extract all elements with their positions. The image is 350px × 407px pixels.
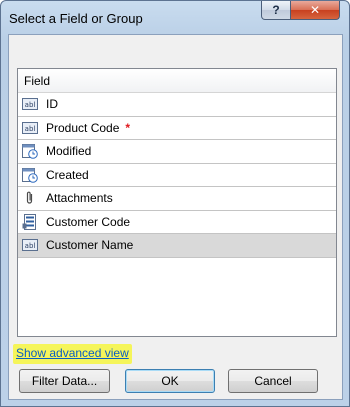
help-button[interactable]: ? bbox=[261, 1, 291, 20]
filter-data-label: Filter Data... bbox=[31, 374, 98, 388]
list-item-label: Created bbox=[46, 167, 89, 182]
title-bar[interactable]: Select a Field or Group ? ✕ bbox=[1, 1, 349, 35]
list-item[interactable]: Modified bbox=[18, 140, 336, 164]
list-item[interactable]: Created bbox=[18, 164, 336, 187]
close-button[interactable]: ✕ bbox=[290, 1, 340, 20]
text-field-icon: abl bbox=[22, 239, 38, 252]
column-header-field[interactable]: Field bbox=[18, 69, 336, 93]
text-field-icon: abl bbox=[22, 98, 38, 111]
svg-text:abl: abl bbox=[25, 125, 36, 133]
datetime-field-icon bbox=[22, 167, 38, 183]
cancel-button[interactable]: Cancel bbox=[228, 369, 318, 393]
ok-label: OK bbox=[161, 374, 179, 388]
list-item-label: Product Code bbox=[46, 120, 120, 135]
filter-data-button[interactable]: Filter Data... bbox=[19, 369, 110, 393]
datetime-field-icon bbox=[22, 144, 38, 160]
close-icon: ✕ bbox=[309, 3, 321, 17]
list-item-label: ID bbox=[46, 97, 58, 112]
dialog-window: Select a Field or Group ? ✕ Field abl ID… bbox=[0, 0, 350, 407]
cancel-label: Cancel bbox=[254, 374, 292, 388]
svg-text:abl: abl bbox=[25, 101, 36, 109]
svg-text:abl: abl bbox=[25, 242, 36, 250]
list-item-label: Modified bbox=[46, 144, 92, 159]
list-item[interactable]: abl ID bbox=[18, 93, 336, 117]
list-item-label: Customer Code bbox=[46, 214, 131, 229]
list-item[interactable]: Customer Code bbox=[18, 211, 336, 234]
list-item[interactable]: abl Product Code * bbox=[18, 117, 336, 140]
paperclip-icon bbox=[26, 191, 33, 204]
ok-button[interactable]: OK bbox=[125, 369, 215, 393]
list-item-label: Customer Name bbox=[46, 238, 134, 253]
dialog-body: Field abl ID abl Product Code * Modified… bbox=[8, 34, 343, 400]
show-advanced-view-link[interactable]: Show advanced view bbox=[13, 344, 132, 364]
required-marker: * bbox=[125, 120, 131, 135]
list-item[interactable]: abl Customer Name bbox=[18, 234, 336, 258]
lookup-field-icon bbox=[22, 213, 36, 230]
list-item[interactable]: Attachments bbox=[18, 187, 336, 211]
text-field-icon: abl bbox=[22, 121, 38, 134]
help-icon: ? bbox=[272, 3, 280, 17]
dialog-title: Select a Field or Group bbox=[9, 11, 143, 26]
field-list[interactable]: Field abl ID abl Product Code * Modified… bbox=[17, 68, 337, 337]
list-item-label: Attachments bbox=[46, 191, 113, 206]
